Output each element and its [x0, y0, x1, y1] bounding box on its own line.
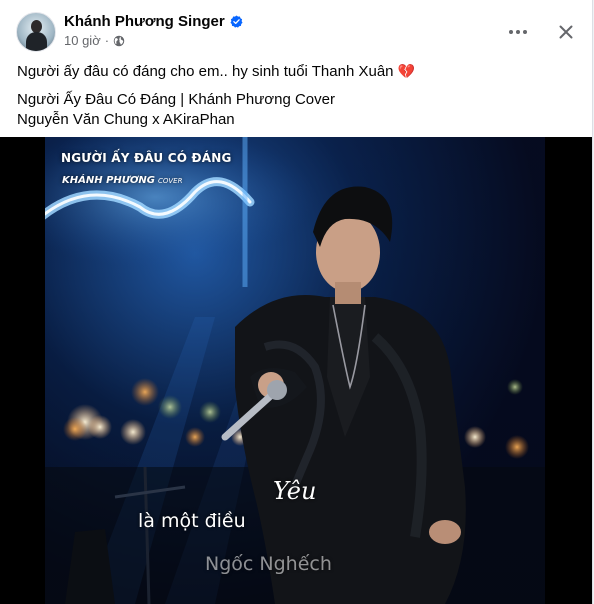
author-name[interactable]: Khánh Phương Singer: [64, 13, 225, 30]
globe-icon[interactable]: [113, 35, 125, 47]
lyric-script-word: Yêu: [273, 477, 317, 505]
video-overlay-title: NGƯỜI ẤY ĐÂU CÓ ĐÁNG: [61, 151, 232, 165]
lyric-faded-line: Ngốc Nghếch: [205, 553, 332, 575]
more-dots-icon: [509, 30, 527, 34]
post-timestamp[interactable]: 10 giờ: [64, 33, 101, 48]
author-name-row: Khánh Phương Singer: [64, 13, 243, 30]
concert-scene-image: [45, 137, 545, 604]
overlay-subtitle-name: KHÁNH PHƯƠNG: [62, 175, 155, 186]
post-media[interactable]: NGƯỜI ẤY ĐÂU CÓ ĐÁNG KHÁNH PHƯƠNG COVER Y…: [0, 137, 592, 604]
close-icon: [559, 25, 573, 39]
avatar-body: [26, 32, 47, 51]
author-avatar[interactable]: [16, 12, 56, 52]
video-player[interactable]: NGƯỜI ẤY ĐÂU CÓ ĐÁNG KHÁNH PHƯƠNG COVER Y…: [45, 137, 545, 604]
video-overlay-subtitle: KHÁNH PHƯƠNG COVER: [62, 175, 182, 186]
post-text-line-1-body: Người ấy đâu có đáng cho em.. hy sinh tu…: [17, 63, 394, 80]
broken-heart-emoji: 💔: [397, 63, 416, 79]
post-meta: 10 giờ ·: [64, 33, 125, 48]
post-card: Khánh Phương Singer 10 giờ · Người ấy đâ…: [0, 0, 593, 604]
post-text-line-3: Nguyễn Văn Chung x AKiraPhan: [17, 111, 235, 128]
header-actions: [504, 18, 580, 46]
meta-separator: ·: [104, 33, 110, 48]
verified-badge-icon: [230, 15, 243, 28]
post-text-line-1: Người ấy đâu có đáng cho em.. hy sinh tu…: [17, 61, 580, 82]
post-header: Khánh Phương Singer 10 giờ ·: [16, 10, 580, 54]
post-text-line-2: Người Ấy Đâu Có Đáng | Khánh Phương Cove…: [17, 91, 335, 108]
overlay-subtitle-tag: COVER: [157, 177, 183, 185]
post-text: Người ấy đâu có đáng cho em.. hy sinh tu…: [17, 61, 580, 130]
close-post-button[interactable]: [552, 18, 580, 46]
more-options-button[interactable]: [504, 18, 532, 46]
lyric-main-line: là một điều: [138, 510, 246, 532]
